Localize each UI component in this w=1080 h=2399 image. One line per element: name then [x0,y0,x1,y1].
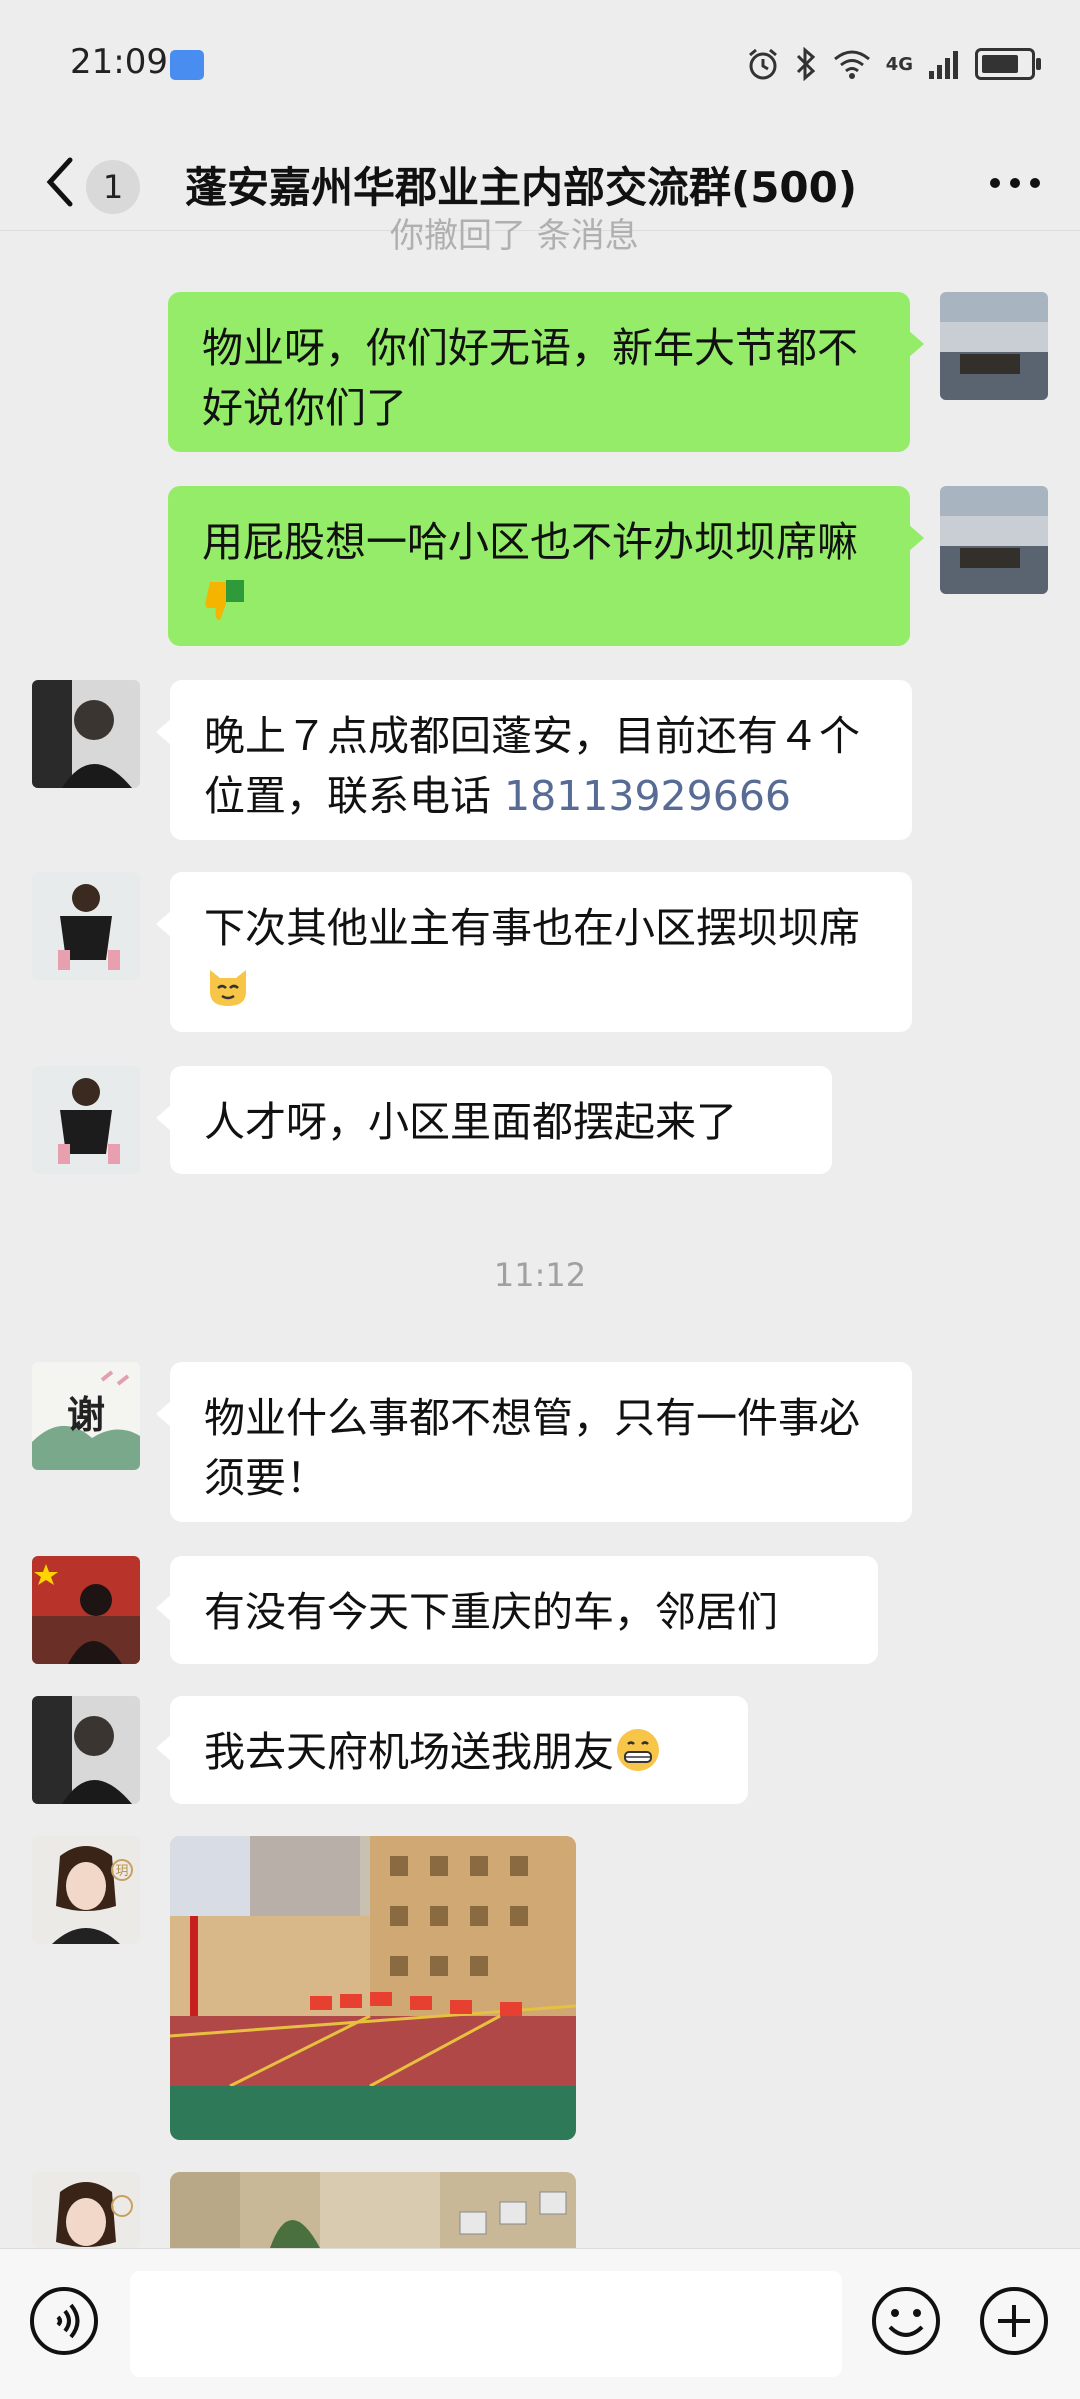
message-bubble[interactable]: 人才呀，小区里面都摆起来了 [156,1066,832,1174]
status-icons: 4G [746,46,1041,82]
more-options-icon[interactable] [985,168,1045,198]
avatar[interactable] [940,292,1048,400]
message-input[interactable] [130,2271,842,2377]
message-bubble[interactable]: 下次其他业主有事也在小区摆坝坝席 [156,872,912,1032]
avatar[interactable] [32,1696,140,1804]
message-photo[interactable] [170,1836,576,2140]
message-text: 物业什么事都不想管，只有一件事必须要！ [204,1394,860,1502]
avatar[interactable] [32,680,140,788]
battery-icon [975,48,1041,80]
message-text: 物业呀，你们好无语，新年大节都不好说你们了 [202,324,858,432]
signal-icon [929,51,958,79]
status-bar: 21:09 4G [0,0,1080,130]
avatar[interactable]: 玥 [32,1836,140,1944]
avatar[interactable] [940,486,1048,594]
emoji-button[interactable] [870,2285,942,2357]
chat-title: 蓬安嘉州华郡业主内部交流群(500) [185,163,858,212]
bluetooth-icon [796,46,815,82]
message-text: 下次其他业主有事也在小区摆坝坝席 [204,904,860,952]
avatar[interactable]: 谢 [32,1362,140,1470]
avatar[interactable] [32,1556,140,1664]
message-text: 我去天府机场送我朋友 [204,1728,614,1776]
network-type: 4G [885,53,913,75]
avatar-glyph: 玥 [115,1864,128,1879]
message-photo[interactable] [170,2172,576,2248]
message-bubble[interactable]: 晚上７点成都回蓬安，目前还有４个位置，联系电话 18113929666 [156,680,912,840]
status-time: 21:09 [70,42,168,82]
partially-hidden-system-message: 你撤回了 条消息 [390,216,639,256]
avatar[interactable] [32,1066,140,1174]
avatar[interactable] [32,2172,140,2248]
message-bubble[interactable]: 用屁股想一哈小区也不许办坝坝席嘛 [168,486,924,646]
message-text: 用屁股想一哈小区也不许办坝坝席嘛 [202,518,858,566]
alarm-icon [748,48,777,80]
message-bubble[interactable]: 有没有今天下重庆的车，邻居们 [156,1556,878,1664]
message-text: 人才呀，小区里面都摆起来了 [204,1098,737,1146]
avatar-glyph: 谢 [67,1392,105,1437]
timestamp-divider: 11:12 [493,1256,587,1294]
voice-input-button[interactable] [28,2285,100,2357]
unread-count-badge: 1 [86,160,140,214]
message-bubble[interactable]: 物业呀，你们好无语，新年大节都不好说你们了 [168,292,924,452]
app-notification-icon [170,50,204,80]
phone-number-link[interactable]: 18113929666 [504,772,791,820]
message-bubble[interactable]: 物业什么事都不想管，只有一件事必须要！ [156,1362,912,1522]
more-features-button[interactable] [978,2285,1050,2357]
input-bar [0,2248,1080,2399]
wifi-icon [833,50,870,79]
message-text: 有没有今天下重庆的车，邻居们 [204,1588,778,1636]
grin-face-icon [617,1729,659,1771]
back-button[interactable] [40,152,80,212]
thumbs-down-icon [205,580,244,620]
cat-face-icon [210,970,246,1006]
message-bubble[interactable]: 我去天府机场送我朋友 [156,1696,748,1804]
avatar[interactable] [32,872,140,980]
